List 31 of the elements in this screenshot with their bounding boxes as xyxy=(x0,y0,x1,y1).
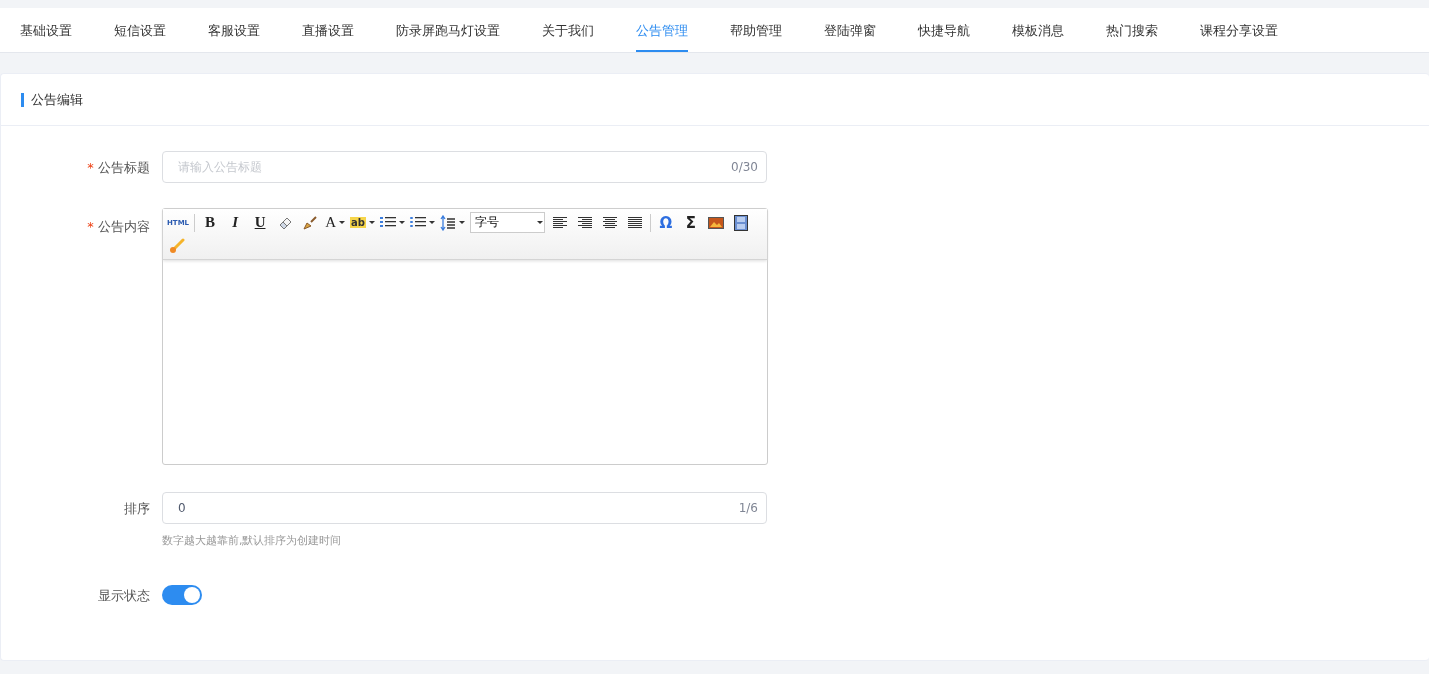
character-counter: 0/30 xyxy=(731,160,758,174)
font-size-select[interactable]: 字号 xyxy=(469,212,545,233)
tab[interactable]: 热门搜索 xyxy=(1106,8,1158,52)
hint-text: 数字越大越靠前,默认排序为创建时间 xyxy=(162,533,343,548)
format-button[interactable]: B xyxy=(200,212,221,233)
tab[interactable]: 快捷导航 xyxy=(918,8,970,52)
tab[interactable]: 课程分享设置 xyxy=(1200,8,1278,52)
accent-bar xyxy=(21,92,24,107)
highlight-button[interactable]: ab xyxy=(350,212,375,233)
field-label: 显示状态 xyxy=(98,588,150,603)
tab[interactable]: 关于我们 xyxy=(542,8,594,52)
toggle-switch[interactable] xyxy=(162,585,202,605)
format-button[interactable]: A xyxy=(325,212,346,233)
format-button[interactable]: I xyxy=(225,212,246,233)
tab[interactable]: 帮助管理 xyxy=(730,8,782,52)
tab[interactable]: 登陆弹窗 xyxy=(824,8,876,52)
field-label: 排序 xyxy=(124,501,150,516)
tab[interactable]: 客服设置 xyxy=(208,8,260,52)
tab[interactable]: 公告管理 xyxy=(636,8,688,52)
card-title: 公告编辑 xyxy=(31,90,83,109)
tab[interactable]: 基础设置 xyxy=(20,8,72,52)
format-button[interactable]: Ω xyxy=(655,212,676,233)
format-button[interactable]: Σ xyxy=(680,212,701,233)
field-label: * 公告内容 xyxy=(87,218,150,236)
character-counter: 1/6 xyxy=(738,501,758,515)
tab[interactable]: 防录屏跑马灯设置 xyxy=(396,8,500,52)
tab[interactable]: 直播设置 xyxy=(302,8,354,52)
format-button[interactable]: U xyxy=(250,212,271,233)
field-label: * 公告标题 xyxy=(87,160,150,175)
tab[interactable]: 短信设置 xyxy=(114,8,166,52)
tab[interactable]: 模板消息 xyxy=(1012,8,1064,52)
